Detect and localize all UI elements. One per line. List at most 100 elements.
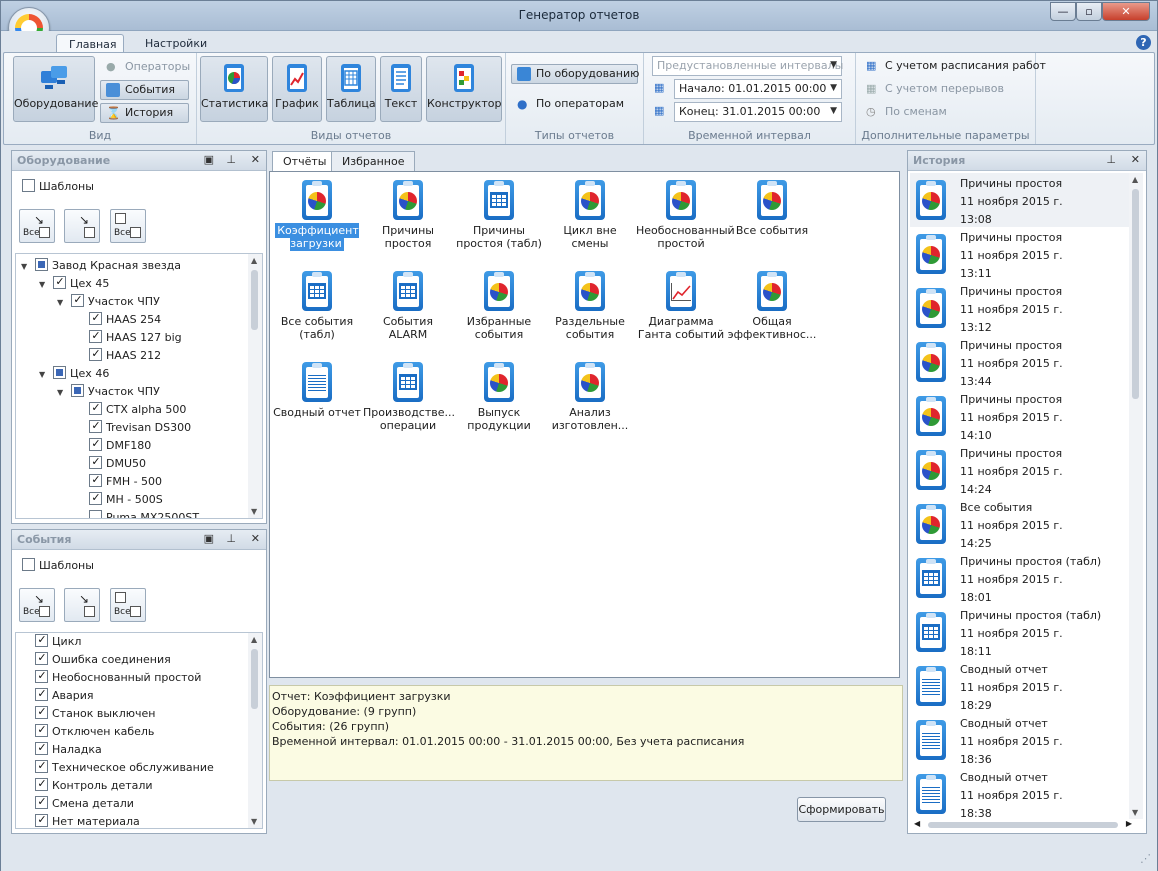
tree-checkbox[interactable] [89,312,102,325]
tree-checkbox[interactable] [89,492,102,505]
tree-node[interactable]: Trevisan DS300 [75,420,191,438]
tree-node[interactable]: HAAS 254 [75,312,161,330]
start-date-field[interactable]: Начало: 01.01.2015 00:00 ▼ [674,79,842,99]
scroll-up-icon[interactable]: ▲ [251,256,257,265]
close-icon[interactable]: ✕ [251,532,260,545]
tree-checkbox[interactable] [89,438,102,451]
event-item[interactable]: Смена детали [35,796,134,814]
tree-checkbox[interactable] [89,456,102,469]
tree-checkbox[interactable] [71,294,84,307]
report-tile[interactable]: Все события [727,180,817,237]
close-button[interactable]: ✕ [1102,2,1150,21]
schedule-toggle[interactable]: ▦ С учетом расписания работ [860,56,1051,76]
tab-main[interactable]: Главная [56,34,124,54]
maximize-button[interactable]: ▫ [1076,2,1102,21]
event-item[interactable]: Отключен кабель [35,724,154,742]
tree-checkbox[interactable] [89,330,102,343]
tree-node[interactable]: ▼ Участок ЧПУ [57,384,160,402]
templates-checkbox[interactable]: Шаблоны [22,179,94,193]
report-tile[interactable]: События ALARM [363,271,453,341]
equipment-view-button[interactable]: Оборудование [13,56,98,122]
events-deselect-all-button[interactable]: Все [110,588,146,622]
tree-checkbox[interactable] [89,510,102,518]
tree-node[interactable]: FMH - 500 [75,474,162,492]
event-item[interactable]: Цикл [35,634,81,652]
graph-button[interactable]: График [272,56,322,122]
deselect-all-button[interactable]: Все [110,209,146,243]
report-tile[interactable]: Причины простоя [363,180,453,250]
report-tile[interactable]: Производстве... операции [363,362,455,432]
shifts-toggle[interactable]: ◷ По сменам [860,102,952,122]
tree-node[interactable]: Puma MX2500ST [75,510,199,518]
scroll-thumb[interactable] [251,270,258,330]
history-hscrollbar[interactable]: ◀ ▶ [912,819,1132,831]
report-tile[interactable]: Причины простоя (табл) [454,180,544,250]
help-icon[interactable]: ? [1136,35,1151,50]
tree-checkbox[interactable] [35,258,48,271]
scroll-down-icon[interactable]: ▼ [251,817,257,826]
report-tile[interactable]: Выпуск продукции [454,362,544,432]
preset-interval-select[interactable]: Предустановленные интервалы ▼ [652,56,843,76]
history-item[interactable]: Причины простоя 11 ноября 2015 г. 13:44 [910,335,1132,389]
text-button[interactable]: Текст [380,56,422,122]
tree-node[interactable]: DMF180 [75,438,151,456]
minimize-button[interactable]: — [1050,2,1076,21]
history-item[interactable]: Причины простоя 11 ноября 2015 г. 13:11 [910,227,1132,281]
tree-node[interactable]: MH - 500S [75,492,163,510]
breaks-toggle[interactable]: ▦ С учетом перерывов [860,79,1009,99]
tab-favorites[interactable]: Избранное [331,151,416,171]
hscroll-thumb[interactable] [928,822,1118,828]
tree-node[interactable]: ▼ Цех 45 [39,276,109,294]
tab-reports[interactable]: Отчёты [272,151,338,172]
restore-icon[interactable]: ▣ [204,153,214,166]
report-tile[interactable]: Необоснованный простой [636,180,735,250]
equipment-scrollbar[interactable]: ▲ ▼ [248,254,262,518]
history-item[interactable]: Причины простоя (табл) 11 ноября 2015 г. 1… [910,551,1132,605]
history-item[interactable]: Причины простоя 11 ноября 2015 г. 14:24 [910,443,1132,497]
tree-node[interactable]: DMU50 [75,456,146,474]
event-checkbox[interactable] [35,742,48,755]
tree-toggle-icon[interactable]: ▼ [39,280,49,289]
scroll-up-icon[interactable]: ▲ [1132,175,1138,184]
history-view-button[interactable]: ⌛ История [100,103,189,123]
resize-grip-icon[interactable]: ⋰ [1140,852,1151,865]
history-item[interactable]: Сводный отчет 11 ноября 2015 г. 18:36 [910,713,1132,767]
tree-node[interactable]: ▼ Участок ЧПУ [57,294,160,312]
tab-settings[interactable]: Настройки [133,34,219,54]
tree-toggle-icon[interactable]: ▼ [57,388,67,397]
event-checkbox[interactable] [35,706,48,719]
scroll-down-icon[interactable]: ▼ [251,507,257,516]
tree-node[interactable]: CTX alpha 500 [75,402,186,420]
statistics-button[interactable]: Статистика [200,56,268,122]
by-operators-button[interactable]: ● По операторам [511,94,629,114]
tree-checkbox[interactable] [71,384,84,397]
tree-toggle-icon[interactable]: ▼ [39,370,49,379]
tree-checkbox[interactable] [89,420,102,433]
scroll-thumb[interactable] [1132,189,1139,399]
tree-node[interactable]: ▼ Цех 46 [39,366,109,384]
tree-checkbox[interactable] [53,276,66,289]
report-tile[interactable]: Диаграмма Ганта событий [636,271,726,341]
end-date-field[interactable]: Конец: 31.01.2015 00:00 ▼ [674,102,842,122]
history-scrollbar[interactable]: ▲ ▼ [1129,173,1143,819]
event-checkbox[interactable] [35,814,48,827]
scroll-left-icon[interactable]: ◀ [914,819,920,828]
event-checkbox[interactable] [35,724,48,737]
event-checkbox[interactable] [35,634,48,647]
events-expand-select-button[interactable]: ↘ [64,588,100,622]
event-item[interactable]: Техническое обслуживание [35,760,214,778]
event-item[interactable]: Станок выключен [35,706,155,724]
report-tile[interactable]: Все события (табл) [272,271,362,341]
event-item[interactable]: Нет материала [35,814,140,828]
event-checkbox[interactable] [35,796,48,809]
tree-toggle-icon[interactable]: ▼ [21,262,31,271]
history-item[interactable]: Все события 11 ноября 2015 г. 14:25 [910,497,1132,551]
pin-icon[interactable]: ⊥ [1106,153,1116,166]
tree-checkbox[interactable] [89,402,102,415]
scroll-down-icon[interactable]: ▼ [1132,808,1138,817]
event-checkbox[interactable] [35,670,48,683]
tree-node[interactable]: HAAS 127 big [75,330,182,348]
event-checkbox[interactable] [35,652,48,665]
restore-icon[interactable]: ▣ [204,532,214,545]
history-item[interactable]: Сводный отчет 11 ноября 2015 г. 18:29 [910,659,1132,713]
